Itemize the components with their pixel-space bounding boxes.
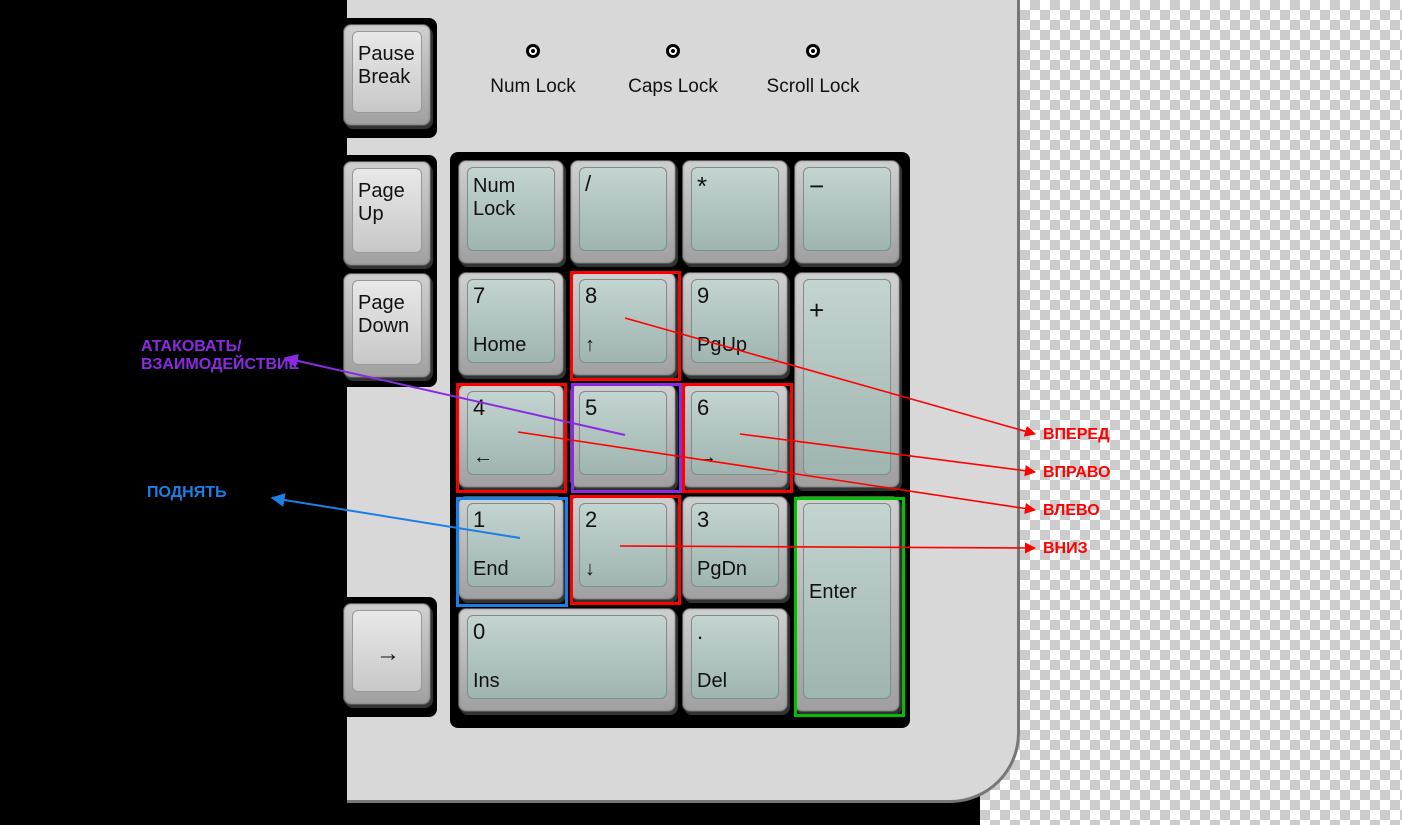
key-label: Page Down bbox=[358, 292, 409, 338]
key-6-right[interactable]: 6 → bbox=[682, 384, 788, 488]
key-main: 2 bbox=[585, 507, 597, 533]
key-1-end[interactable]: 1 End bbox=[458, 496, 564, 600]
key-label: Page Up bbox=[358, 180, 405, 226]
key-sub: PgDn bbox=[697, 558, 747, 581]
annotation-left: ВЛЕВО bbox=[1043, 502, 1100, 520]
key-arrow-right[interactable]: → bbox=[343, 603, 431, 705]
key-multiply[interactable]: * bbox=[682, 160, 788, 264]
annotation-down: ВНИЗ bbox=[1043, 540, 1088, 558]
scrolllock-label: Scroll Lock bbox=[767, 76, 860, 98]
key-8-up[interactable]: 8 ↑ bbox=[570, 272, 676, 376]
key-7-home[interactable]: 7 Home bbox=[458, 272, 564, 376]
capslock-label: Caps Lock bbox=[628, 76, 718, 98]
key-sub: Home bbox=[473, 334, 526, 357]
key-divide[interactable]: / bbox=[570, 160, 676, 264]
key-sub: Del bbox=[697, 670, 727, 693]
key-sub: ↓ bbox=[585, 558, 595, 581]
key-main: 6 bbox=[697, 395, 709, 421]
key-label: * bbox=[697, 171, 707, 202]
key-page-up[interactable]: Page Up bbox=[343, 161, 431, 266]
key-9-pgup[interactable]: 9 PgUp bbox=[682, 272, 788, 376]
key-enter[interactable]: Enter bbox=[794, 496, 900, 712]
key-sub: PgUp bbox=[697, 334, 747, 357]
key-main: 4 bbox=[473, 395, 485, 421]
annotation-attack: АТАКОВАТЬ/ ВЗАИМОДЕЙСТВИЕ bbox=[141, 338, 299, 374]
key-label: + bbox=[809, 295, 824, 326]
key-add[interactable]: + bbox=[794, 272, 900, 488]
key-main: 9 bbox=[697, 283, 709, 309]
annotation-forward: ВПЕРЕД bbox=[1043, 426, 1109, 444]
key-main: 3 bbox=[697, 507, 709, 533]
key-pause-break[interactable]: Pause Break bbox=[343, 24, 431, 126]
annotation-right: ВПРАВО bbox=[1043, 464, 1110, 482]
numlock-led bbox=[526, 44, 540, 58]
key-sub: ← bbox=[473, 446, 493, 469]
key-sub: Ins bbox=[473, 670, 500, 693]
key-main: 5 bbox=[585, 395, 597, 421]
key-main: 8 bbox=[585, 283, 597, 309]
arrow-cluster: → bbox=[337, 597, 437, 717]
key-5[interactable]: 5 bbox=[570, 384, 676, 488]
key-page-down[interactable]: Page Down bbox=[343, 273, 431, 378]
key-0-ins[interactable]: 0 Ins bbox=[458, 608, 676, 712]
transparency-checker bbox=[980, 0, 1402, 825]
arrow-right-icon: → bbox=[376, 640, 400, 668]
key-label: Num Lock bbox=[473, 175, 515, 221]
nav-cluster-top: Pause Break bbox=[337, 18, 437, 138]
capslock-led bbox=[666, 44, 680, 58]
key-main: 1 bbox=[473, 507, 485, 533]
key-3-pgdn[interactable]: 3 PgDn bbox=[682, 496, 788, 600]
key-main: 0 bbox=[473, 619, 485, 645]
key-sub: → bbox=[697, 446, 717, 469]
key-decimal-del[interactable]: . Del bbox=[682, 608, 788, 712]
numlock-label: Num Lock bbox=[490, 76, 576, 98]
key-main: 7 bbox=[473, 283, 485, 309]
scrolllock-led bbox=[806, 44, 820, 58]
annotation-pickup: ПОДНЯТЬ bbox=[147, 484, 226, 502]
key-label: Pause Break bbox=[358, 43, 415, 89]
key-subtract[interactable]: − bbox=[794, 160, 900, 264]
key-label: − bbox=[809, 171, 824, 202]
key-2-down[interactable]: 2 ↓ bbox=[570, 496, 676, 600]
key-main: . bbox=[697, 619, 703, 645]
nav-cluster-mid: Page Up Page Down bbox=[337, 155, 437, 387]
key-sub: ↑ bbox=[585, 334, 595, 357]
key-label: Enter bbox=[809, 581, 857, 604]
numpad-cluster: Num Lock / * − 7 Home 8 ↑ 9 PgUp + 4 ← 5 bbox=[450, 152, 910, 728]
key-label: / bbox=[585, 171, 591, 197]
key-4-left[interactable]: 4 ← bbox=[458, 384, 564, 488]
key-sub: End bbox=[473, 558, 509, 581]
key-numlock[interactable]: Num Lock bbox=[458, 160, 564, 264]
